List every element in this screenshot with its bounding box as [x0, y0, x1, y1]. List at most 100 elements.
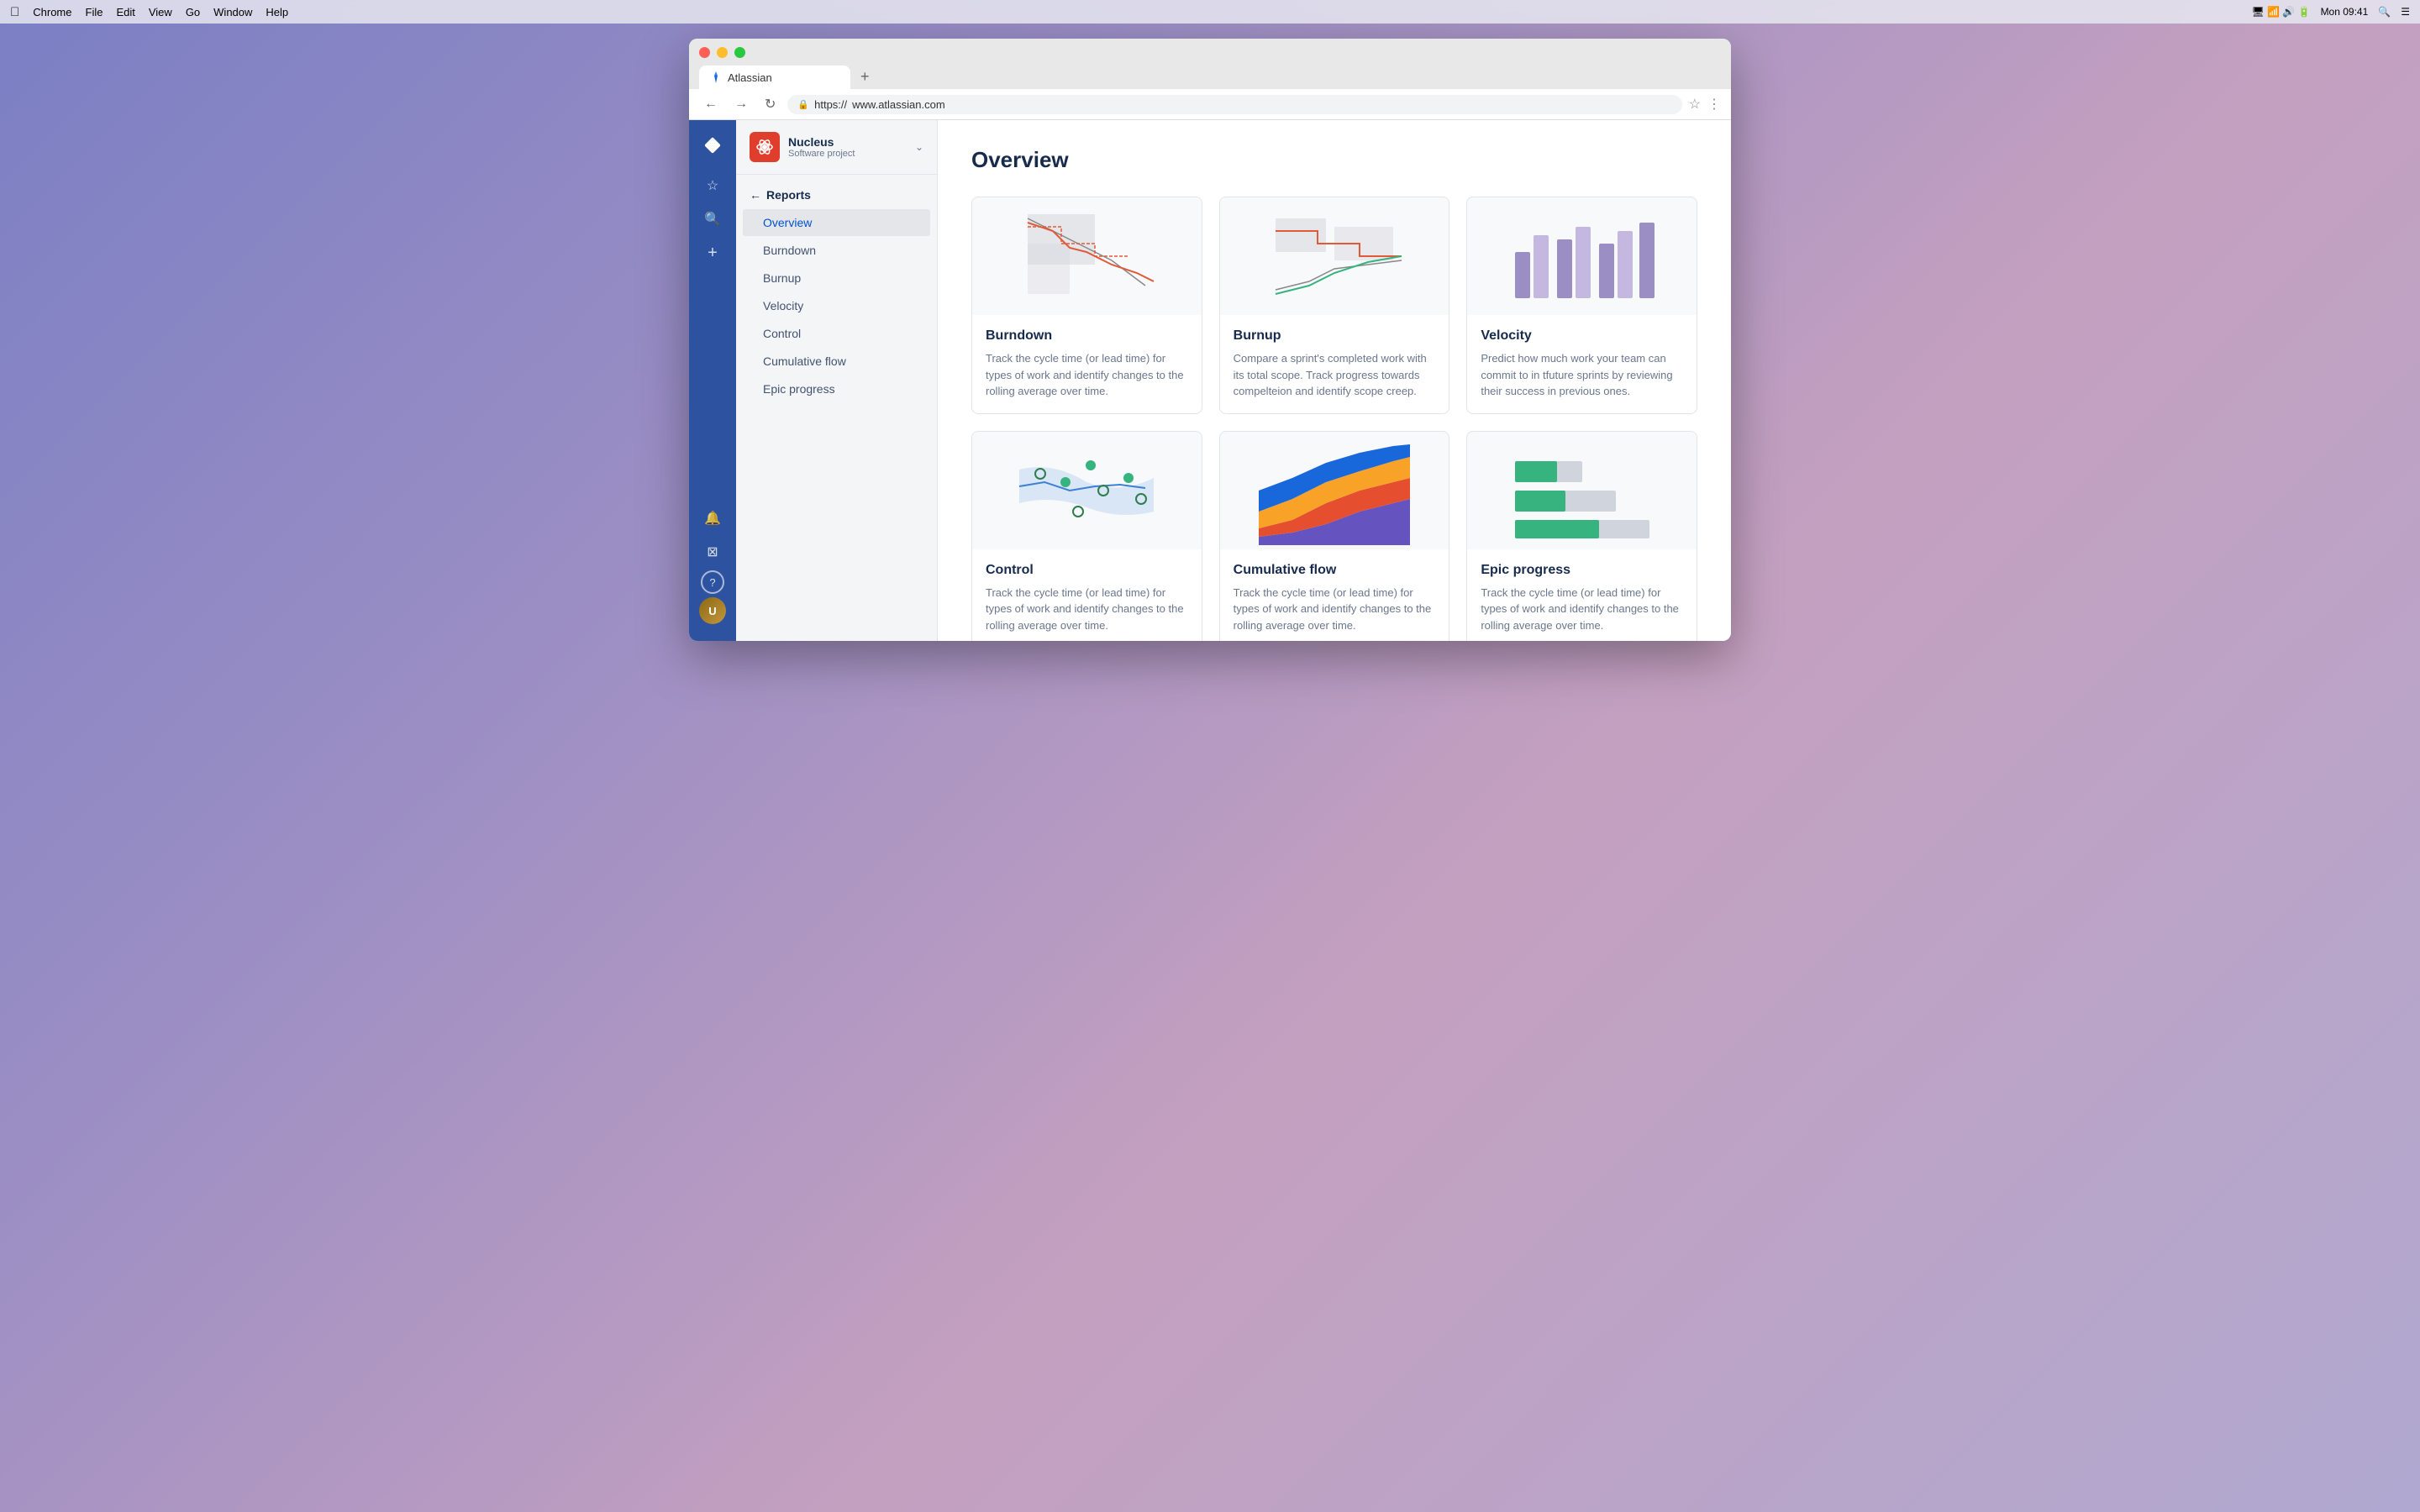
burndown-card[interactable]: Burndown Track the cycle time (or lead t…: [971, 197, 1202, 414]
back-label: Reports: [766, 188, 811, 202]
epic-preview: [1467, 432, 1697, 549]
sidebar-item-burndown[interactable]: Burndown: [743, 237, 930, 264]
control-preview: [972, 432, 1202, 549]
control-chart: [1002, 436, 1171, 545]
project-header: Nucleus Software project ⌄: [736, 120, 937, 175]
nav-rail-bottom: 🔔 ⊠ ? U: [697, 503, 728, 631]
burnup-card-body: Burnup Compare a sprint's completed work…: [1220, 315, 1449, 413]
browser-window: Atlassian + ← → ↻ 🔒 https:// www.atlassi…: [689, 39, 1731, 641]
burndown-desc: Track the cycle time (or lead time) for …: [986, 350, 1188, 400]
nav-rail: ☆ 🔍 + 🔔 ⊠ ? U: [689, 120, 736, 641]
search-menubar-icon[interactable]: 🔍: [2378, 6, 2391, 18]
address-bar: ← → ↻ 🔒 https:// www.atlassian.com ☆ ⋮: [689, 89, 1731, 120]
control-card-body: Control Track the cycle time (or lead ti…: [972, 549, 1202, 642]
menu-chrome[interactable]: Chrome: [33, 6, 71, 18]
burndown-preview: [972, 197, 1202, 315]
sidebar-item-epic-progress[interactable]: Epic progress: [743, 375, 930, 402]
react-icon: [755, 138, 774, 156]
sidebar-help-icon[interactable]: ?: [701, 570, 724, 594]
more-options-icon[interactable]: ⋮: [1707, 96, 1721, 113]
sidebar-item-cumulative-flow[interactable]: Cumulative flow: [743, 348, 930, 375]
home-diamond-icon[interactable]: [697, 130, 728, 160]
project-icon: [750, 132, 780, 162]
sidebar-grid-icon[interactable]: ⊠: [697, 537, 728, 567]
control-card[interactable]: Control Track the cycle time (or lead ti…: [971, 431, 1202, 642]
menu-edit[interactable]: Edit: [116, 6, 134, 18]
menu-window[interactable]: Window: [213, 6, 252, 18]
epic-progress-card-body: Epic progress Track the cycle time (or l…: [1467, 549, 1697, 642]
sidebar-item-control[interactable]: Control: [743, 320, 930, 347]
sidebar-add-icon[interactable]: +: [697, 238, 728, 268]
clock: Mon 09:41: [2321, 6, 2369, 18]
menubar-right: 🖥 📶 🔊 🔋 Mon 09:41 🔍 ☰: [2252, 6, 2411, 18]
project-name: Nucleus: [788, 135, 907, 149]
epic-progress-card[interactable]: Epic progress Track the cycle time (or l…: [1466, 431, 1697, 642]
project-info: Nucleus Software project: [788, 135, 907, 159]
url-bar[interactable]: 🔒 https:// www.atlassian.com: [787, 95, 1681, 114]
close-button[interactable]: [699, 47, 710, 58]
menu-go[interactable]: Go: [186, 6, 200, 18]
sidebar-search-icon[interactable]: 🔍: [697, 204, 728, 234]
burnup-title: Burnup: [1234, 328, 1436, 344]
user-avatar[interactable]: U: [699, 597, 726, 624]
minimize-button[interactable]: [717, 47, 728, 58]
menu-file[interactable]: File: [86, 6, 103, 18]
sidebar-item-overview[interactable]: Overview: [743, 209, 930, 236]
forward-button[interactable]: →: [729, 95, 753, 113]
velocity-desc: Predict how much work your team can comm…: [1481, 350, 1683, 400]
url-display: www.atlassian.com: [852, 98, 945, 111]
cumulative-chart: [1250, 436, 1418, 545]
bookmark-icon[interactable]: ☆: [1689, 96, 1701, 113]
sidebar: Nucleus Software project ⌄ ← Reports Ove…: [736, 120, 938, 641]
sidebar-back-button[interactable]: ← Reports: [736, 181, 937, 208]
main-content: Overview: [938, 120, 1731, 641]
apple-menu[interactable]: : [10, 5, 19, 19]
menu-view[interactable]: View: [149, 6, 172, 18]
nav-rail-top: ☆ 🔍 +: [697, 130, 728, 500]
burndown-card-body: Burndown Track the cycle time (or lead t…: [972, 315, 1202, 413]
reports-grid: Burndown Track the cycle time (or lead t…: [971, 197, 1697, 641]
velocity-card[interactable]: Velocity Predict how much work your team…: [1466, 197, 1697, 414]
new-tab-button[interactable]: +: [854, 65, 876, 89]
velocity-preview: [1467, 197, 1697, 315]
app-layout: ☆ 🔍 + 🔔 ⊠ ? U: [689, 120, 1731, 641]
cumulative-flow-card[interactable]: Cumulative flow Track the cycle time (or…: [1219, 431, 1450, 642]
project-chevron-icon[interactable]: ⌄: [915, 141, 923, 153]
burnup-desc: Compare a sprint's completed work with i…: [1234, 350, 1436, 400]
browser-controls: [699, 47, 1721, 58]
menu-help[interactable]: Help: [266, 6, 288, 18]
menubar:  Chrome File Edit View Go Window Help 🖥…: [0, 0, 2420, 24]
tab-bar: Atlassian +: [699, 65, 1721, 89]
active-tab[interactable]: Atlassian: [699, 66, 850, 89]
sidebar-star-icon[interactable]: ☆: [697, 171, 728, 201]
atlassian-favicon: [709, 71, 723, 84]
epic-progress-title: Epic progress: [1481, 563, 1683, 578]
velocity-card-body: Velocity Predict how much work your team…: [1467, 315, 1697, 413]
burnup-chart: [1250, 202, 1418, 311]
sidebar-item-burnup[interactable]: Burnup: [743, 265, 930, 291]
sidebar-bell-icon[interactable]: 🔔: [697, 503, 728, 533]
menubar-left:  Chrome File Edit View Go Window Help: [10, 5, 288, 19]
page-title: Overview: [971, 147, 1697, 173]
tab-title: Atlassian: [728, 71, 772, 84]
browser-titlebar: Atlassian +: [689, 39, 1731, 89]
back-button[interactable]: ←: [699, 95, 723, 113]
reload-button[interactable]: ↻: [760, 94, 781, 114]
diamond-svg: [702, 135, 723, 155]
cumulative-flow-title: Cumulative flow: [1234, 563, 1436, 578]
project-type: Software project: [788, 149, 907, 159]
cumulative-preview: [1220, 432, 1449, 549]
back-arrow-icon: ←: [750, 188, 761, 202]
epic-progress-desc: Track the cycle time (or lead time) for …: [1481, 585, 1683, 634]
burndown-title: Burndown: [986, 328, 1188, 344]
control-desc: Track the cycle time (or lead time) for …: [986, 585, 1188, 634]
system-icons: 🖥 📶 🔊 🔋: [2252, 6, 2311, 18]
burnup-card[interactable]: Burnup Compare a sprint's completed work…: [1219, 197, 1450, 414]
control-center-icon[interactable]: ☰: [2401, 6, 2410, 18]
burndown-chart: [1002, 202, 1171, 311]
burnup-preview: [1220, 197, 1449, 315]
velocity-chart: [1498, 202, 1666, 311]
lock-icon: 🔒: [797, 99, 809, 110]
maximize-button[interactable]: [734, 47, 745, 58]
sidebar-item-velocity[interactable]: Velocity: [743, 292, 930, 319]
